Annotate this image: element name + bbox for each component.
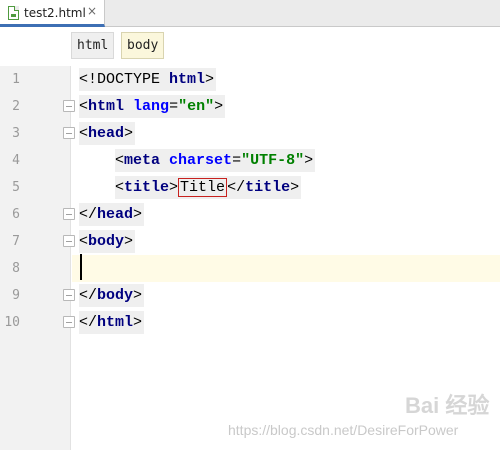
close-icon[interactable]: × xyxy=(87,4,97,18)
code-line: 10 </html> xyxy=(0,309,500,336)
line-number: 3 xyxy=(12,126,20,141)
code-text: <meta charset="UTF-8"> xyxy=(115,149,316,172)
code-line: 5 <title> Title </title> xyxy=(0,174,500,201)
baidu-watermark-logo: Bai 经验 xyxy=(405,393,490,418)
code-text: <!DOCTYPE html> xyxy=(79,68,217,91)
line-number: 6 xyxy=(12,207,20,222)
tab-test2-html[interactable]: test2.html × xyxy=(0,0,105,27)
line-number: 10 xyxy=(4,315,20,330)
tab-label: test2.html xyxy=(24,6,86,20)
line-number: 2 xyxy=(12,99,20,114)
code-line: 4 <meta charset="UTF-8"> xyxy=(0,147,500,174)
code-line: 7 <body> xyxy=(0,228,500,255)
code-line: 1 <!DOCTYPE html> xyxy=(0,66,500,93)
code-text: <head> xyxy=(79,122,136,145)
breadcrumb: html body xyxy=(0,28,500,66)
editor-tab-bar: test2.html × xyxy=(0,0,500,27)
code-text: <html lang="en"> xyxy=(79,95,226,118)
line-number: 7 xyxy=(12,234,20,249)
line-number: 1 xyxy=(12,72,20,87)
code-line: 9 </body> xyxy=(0,282,500,309)
code-text: </html> xyxy=(79,311,145,334)
fold-toggle-icon[interactable] xyxy=(63,235,75,247)
line-number: 8 xyxy=(12,261,20,276)
code-line: 2 <html lang="en"> xyxy=(0,93,500,120)
url-watermark: https://blog.csdn.net/DesireForPower xyxy=(228,422,459,438)
fold-toggle-icon[interactable] xyxy=(63,100,75,112)
html-file-icon xyxy=(8,6,19,20)
fold-toggle-icon[interactable] xyxy=(63,289,75,301)
line-number: 4 xyxy=(12,153,20,168)
fold-toggle-icon[interactable] xyxy=(63,208,75,220)
code-line: 8 xyxy=(0,255,500,282)
title-text-highlight: Title xyxy=(178,178,228,197)
code-text: </body> xyxy=(79,284,145,307)
text-caret xyxy=(80,254,82,280)
breadcrumb-item-body[interactable]: body xyxy=(121,32,165,59)
fold-toggle-icon[interactable] xyxy=(63,316,75,328)
code-text: </head> xyxy=(79,203,145,226)
line-number: 5 xyxy=(12,180,20,195)
breadcrumb-item-html[interactable]: html xyxy=(71,32,115,59)
fold-toggle-icon[interactable] xyxy=(63,127,75,139)
code-line: 6 </head> xyxy=(0,201,500,228)
code-text: <body> xyxy=(79,230,136,253)
code-line: 3 <head> xyxy=(0,120,500,147)
code-text: <title> Title </title> xyxy=(115,176,302,199)
line-number: 9 xyxy=(12,288,20,303)
